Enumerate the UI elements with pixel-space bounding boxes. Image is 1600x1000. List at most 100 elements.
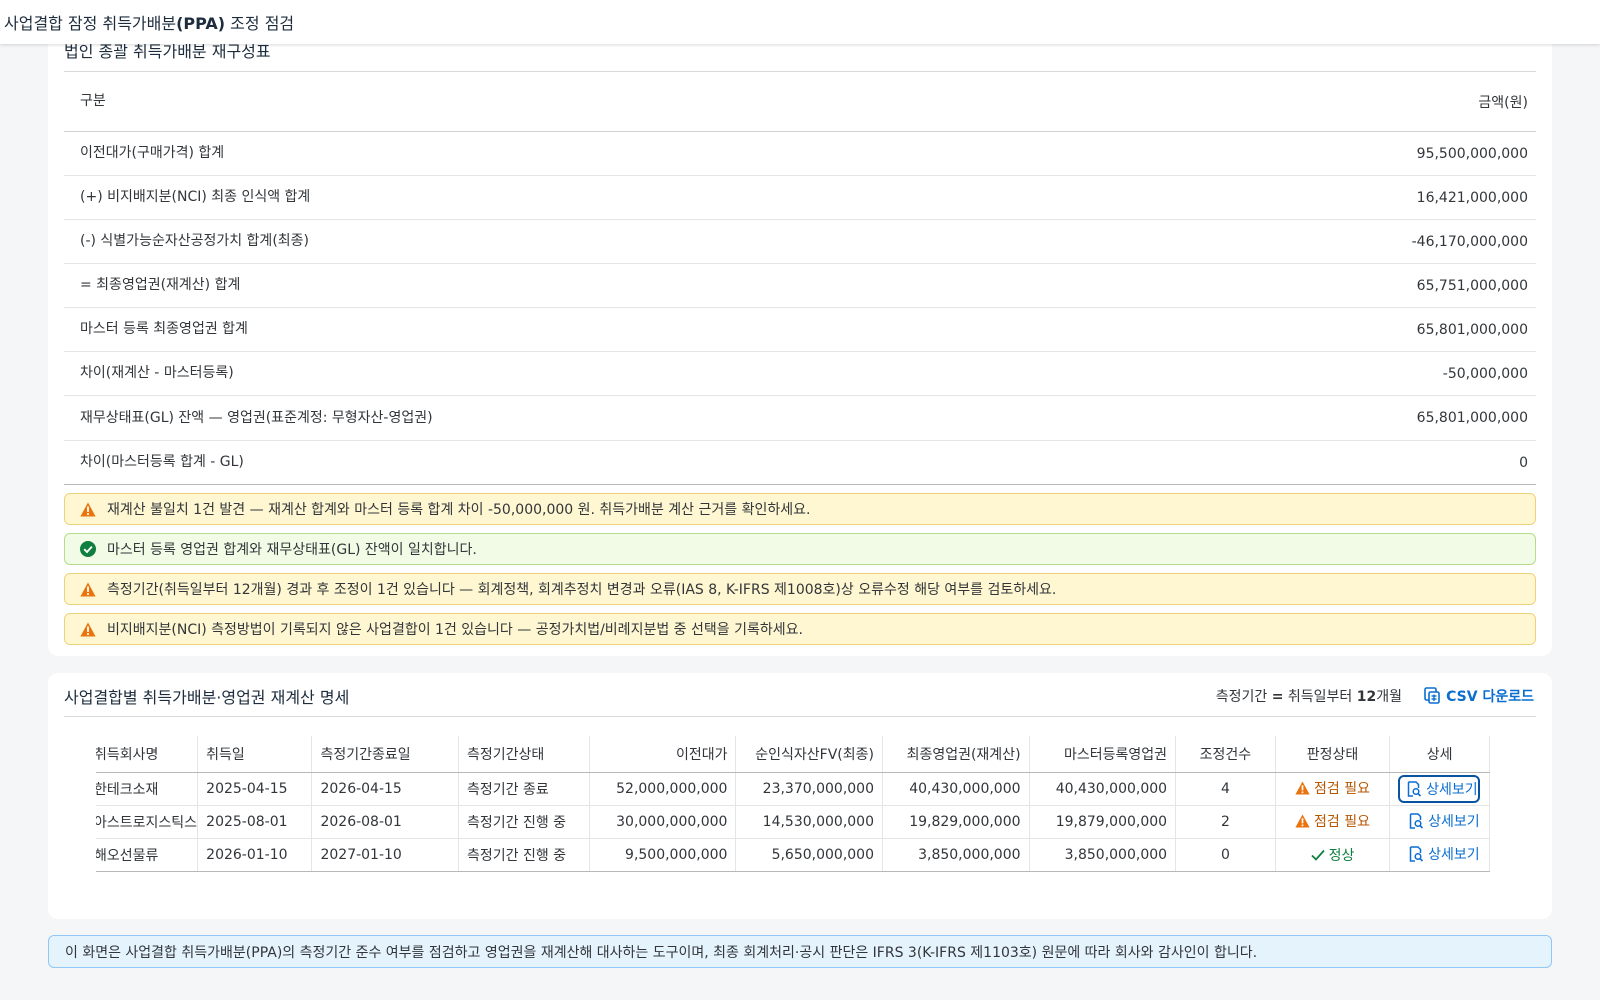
- summary-row: 차이(재계산 - 마스터등록) -50,000,000: [64, 352, 1536, 396]
- document-search-icon: [1407, 780, 1422, 797]
- summary-header-row: 구분 금액(원): [64, 72, 1536, 132]
- col-header-acq-date[interactable]: 취득일: [197, 736, 313, 773]
- col-header-company[interactable]: 취득회사명: [96, 736, 199, 773]
- cell-adjustments: 0: [1175, 838, 1276, 872]
- summary-row-amount: 65,751,000,000: [1416, 277, 1528, 294]
- summary-col-amount: 금액(원): [1478, 94, 1528, 111]
- summary-row-amount: 95,500,000,000: [1416, 145, 1528, 162]
- summary-row-label: 차이(재계산 - 마스터등록): [80, 365, 234, 381]
- col-header-goodwill-master[interactable]: 마스터등록영업권: [1029, 736, 1177, 773]
- summary-row-label: 마스터 등록 최종영업권 합계: [80, 321, 248, 337]
- warning-icon: [1295, 814, 1310, 828]
- cell-detail: 상세보기: [1389, 838, 1490, 872]
- footer-note-text: 이 화면은 사업결합 취득가배분(PPA)의 측정기간 준수 여부를 점검하고 …: [65, 944, 1258, 961]
- col-header-detail: 상세: [1389, 736, 1490, 773]
- measurement-period-note: 측정기간 = 취득일부터 12개월: [1215, 689, 1402, 705]
- summary-row-amount: -46,170,000,000: [1411, 233, 1528, 250]
- col-header-period-status[interactable]: 측정기간상태: [458, 736, 590, 773]
- cell-goodwill-recalc: 19,829,000,000: [882, 805, 1030, 839]
- cell-consideration: 52,000,000,000: [589, 772, 737, 806]
- summary-row: 마스터 등록 최종영업권 합계 65,801,000,000: [64, 308, 1536, 352]
- cell-detail: 상세보기: [1389, 805, 1490, 839]
- cell-consideration: 9,500,000,000: [589, 838, 737, 872]
- app-title: 사업결합 잠정 취득가배분(PPA) 조정 점검: [4, 14, 295, 33]
- summary-row-label: 재무상태표(GL) 잔액 — 영업권(표준계정: 무형자산-영업권): [80, 409, 433, 426]
- summary-row: 재무상태표(GL) 잔액 — 영업권(표준계정: 무형자산-영업권) 65,801…: [64, 396, 1536, 441]
- detail-card-title: 사업결합별 취득가배분·영업권 재계산 명세: [64, 688, 350, 707]
- summary-row-label: (+) 비지배지분(NCI) 최종 인식액 합계: [80, 189, 311, 205]
- acquisition-table: 취득회사명 취득일 측정기간종료일 측정기간상태 이전대가 순인식자산FV(최종…: [96, 736, 1490, 872]
- summary-row-label: 차이(마스터등록 합계 - GL): [80, 454, 244, 470]
- cell-period-end: 2026-04-15: [311, 772, 459, 806]
- acquisition-table-scroll[interactable]: 취득회사명 취득일 측정기간종료일 측정기간상태 이전대가 순인식자산FV(최종…: [96, 736, 1552, 896]
- cell-period-end: 2027-01-10: [311, 838, 459, 872]
- cell-acq-date: 2025-04-15: [197, 772, 313, 806]
- cell-period-status: 측정기간 진행 중: [458, 805, 590, 839]
- warning-message-strip: 측정기간(취득일부터 12개월) 경과 후 조정이 1건 있습니다 — 회계정책…: [64, 573, 1536, 605]
- col-header-adjustments[interactable]: 조정건수: [1175, 736, 1276, 773]
- detail-view-button[interactable]: 상세보기: [1408, 844, 1480, 864]
- cell-verdict: 점검 필요: [1275, 805, 1391, 839]
- summary-row: (+) 비지배지분(NCI) 최종 인식액 합계 16,421,000,000: [64, 176, 1536, 220]
- table-row: 한테크소재 2025-04-15 2026-04-15 측정기간 종료 52,0…: [96, 772, 1490, 806]
- cell-company: 아스트로지스틱스: [96, 805, 199, 839]
- col-header-period-end[interactable]: 측정기간종료일: [311, 736, 459, 773]
- csv-download-button[interactable]: CSV 다운로드: [1422, 683, 1534, 709]
- success-message-strip: 마스터 등록 영업권 합계와 재무상태표(GL) 잔액이 일치합니다.: [64, 533, 1536, 565]
- detail-card: 사업결합별 취득가배분·영업권 재계산 명세 측정기간 = 취득일부터 12개월…: [48, 673, 1552, 919]
- detail-view-button[interactable]: 상세보기: [1398, 774, 1480, 803]
- col-header-net-assets[interactable]: 순인식자산FV(최종): [735, 736, 883, 773]
- shell-bar: 사업결합 잠정 취득가배분(PPA) 조정 점검: [0, 0, 1600, 44]
- summary-card: 법인 종괄 취득가배분 재구성표 구분 금액(원) 이전대가(구매가격) 합계 9…: [48, 30, 1552, 656]
- document-search-icon: [1409, 812, 1424, 829]
- message-text: 재계산 불일치 1건 발견 — 재계산 합계와 마스터 등록 합계 차이 -50…: [107, 502, 811, 518]
- summary-row-label: = 최종영업권(재계산) 합계: [80, 277, 241, 293]
- message-text: 마스터 등록 영업권 합계와 재무상태표(GL) 잔액이 일치합니다.: [107, 542, 477, 558]
- table-row: 해오선물류 2026-01-10 2027-01-10 측정기간 진행 중 9,…: [96, 838, 1490, 872]
- cell-net-assets: 23,370,000,000: [735, 772, 883, 806]
- cell-company: 한테크소재: [96, 772, 199, 806]
- verdict-badge: 점검 필요: [1295, 811, 1370, 831]
- col-header-consideration[interactable]: 이전대가: [589, 736, 737, 773]
- cell-detail: 상세보기: [1389, 772, 1490, 806]
- cell-goodwill-recalc: 3,850,000,000: [882, 838, 1030, 872]
- cell-verdict: 정상: [1275, 838, 1391, 872]
- col-header-goodwill-recalc[interactable]: 최종영업권(재계산): [882, 736, 1030, 773]
- summary-row-amount: 65,801,000,000: [1416, 410, 1528, 426]
- cell-goodwill-master: 19,879,000,000: [1029, 805, 1177, 839]
- cell-consideration: 30,000,000,000: [589, 805, 737, 839]
- summary-row-label: (-) 식별가능순자산공정가치 합계(최종): [80, 233, 309, 249]
- summary-row: = 최종영업권(재계산) 합계 65,751,000,000: [64, 264, 1536, 308]
- summary-row-amount: 16,421,000,000: [1416, 189, 1528, 206]
- document-search-icon: [1409, 845, 1424, 862]
- summary-row-amount: -50,000,000: [1442, 365, 1528, 382]
- cell-net-assets: 5,650,000,000: [735, 838, 883, 872]
- warning-message-strip: 비지배지분(NCI) 측정방법이 기록되지 않은 사업결합이 1건 있습니다 —…: [64, 613, 1536, 645]
- warning-icon: [79, 500, 97, 518]
- cell-net-assets: 14,530,000,000: [735, 805, 883, 839]
- cell-verdict: 점검 필요: [1275, 772, 1391, 806]
- summary-col-label: 구분: [80, 93, 106, 109]
- cell-adjustments: 2: [1175, 805, 1276, 839]
- csv-download-label: CSV 다운로드: [1446, 689, 1534, 705]
- summary-row-amount: 0: [1519, 454, 1528, 471]
- cell-goodwill-recalc: 40,430,000,000: [882, 772, 1030, 806]
- summary-row-amount: 65,801,000,000: [1416, 321, 1528, 338]
- warning-icon: [79, 580, 97, 598]
- warning-icon: [79, 620, 97, 638]
- check-circle-icon: [79, 540, 97, 558]
- spreadsheet-icon: [1424, 687, 1440, 708]
- cell-period-end: 2026-08-01: [311, 805, 459, 839]
- col-header-verdict[interactable]: 판정상태: [1275, 736, 1391, 773]
- summary-row: (-) 식별가능순자산공정가치 합계(최종) -46,170,000,000: [64, 220, 1536, 264]
- cell-company: 해오선물류: [96, 838, 199, 872]
- detail-view-button[interactable]: 상세보기: [1408, 811, 1480, 831]
- message-text: 측정기간(취득일부터 12개월) 경과 후 조정이 1건 있습니다 — 회계정책…: [107, 582, 1057, 598]
- verdict-badge: 점검 필요: [1295, 778, 1370, 798]
- table-row: 아스트로지스틱스 2025-08-01 2026-08-01 측정기간 진행 중…: [96, 805, 1490, 839]
- cell-period-status: 측정기간 진행 중: [458, 838, 590, 872]
- verdict-badge: 정상: [1310, 845, 1354, 865]
- cell-goodwill-master: 3,850,000,000: [1029, 838, 1177, 872]
- warning-message-strip: 재계산 불일치 1건 발견 — 재계산 합계와 마스터 등록 합계 차이 -50…: [64, 493, 1536, 525]
- message-text: 비지배지분(NCI) 측정방법이 기록되지 않은 사업결합이 1건 있습니다 —…: [107, 622, 803, 638]
